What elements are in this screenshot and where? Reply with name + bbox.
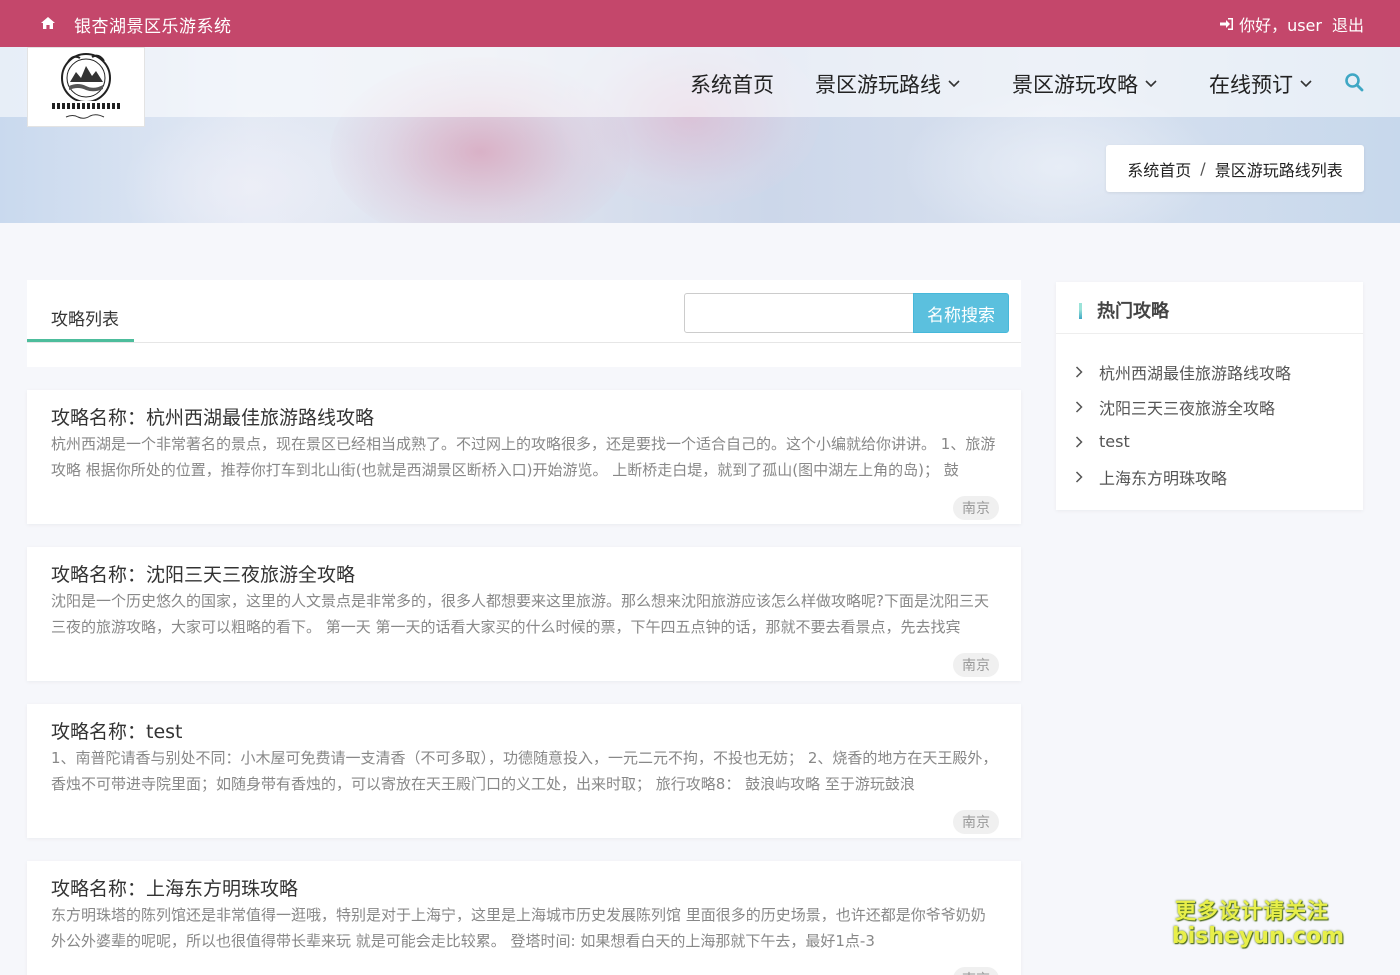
chevron-down-icon (1145, 80, 1157, 88)
user-area: 你好，user 退出 (1219, 12, 1364, 36)
chevron-right-icon (1075, 435, 1083, 448)
site-title[interactable]: 银杏湖景区乐游系统 (74, 12, 232, 37)
nav-item-routes[interactable]: 景区游玩路线 (815, 69, 960, 99)
panel-title: 热门攻略 (1097, 301, 1169, 322)
hot-guide-label: 沈阳三天三夜旅游全攻略 (1099, 398, 1276, 418)
hot-guide-item[interactable]: 沈阳三天三夜旅游全攻略 (1056, 389, 1363, 424)
chevron-right-icon (1075, 470, 1083, 483)
hot-guide-label: 上海东方明珠攻略 (1099, 468, 1228, 488)
location-tag: 南京 (953, 967, 999, 975)
chevron-right-icon (1075, 365, 1083, 378)
hot-guide-label: 杭州西湖最佳旅游路线攻略 (1099, 363, 1292, 383)
accent-bar (1079, 303, 1082, 319)
tab-active-indicator (27, 339, 134, 342)
divider (27, 342, 1021, 343)
nav-label: 景区游玩攻略 (1012, 73, 1138, 97)
guide-description: 东方明珠塔的陈列馆还是非常值得一逛哦，特别是对于上海宁，这里是上海城市历史发展陈… (51, 906, 986, 950)
hot-guide-label: test (1099, 432, 1130, 451)
name-search-input[interactable] (684, 293, 914, 333)
guide-description: 1、南普陀请香与别处不同：小木屋可免费请一支清香（不可多取），功德随意投入，一元… (51, 749, 998, 793)
tab-guide-list[interactable]: 攻略列表 (51, 305, 119, 330)
breadcrumb-home[interactable]: 系统首页 (1127, 157, 1191, 181)
nav-item-guides[interactable]: 景区游玩攻略 (1012, 69, 1157, 99)
hot-guide-item[interactable]: 杭州西湖最佳旅游路线攻略 (1056, 354, 1363, 389)
list-header: 攻略列表 名称搜索 (27, 280, 1021, 367)
home-icon[interactable] (40, 15, 56, 31)
hot-guides-list: 杭州西湖最佳旅游路线攻略 沈阳三天三夜旅游全攻略 test 上海东方明珠攻略 (1056, 354, 1363, 494)
nav-item-home[interactable]: 系统首页 (690, 69, 774, 99)
location-tag: 南京 (953, 810, 999, 834)
guide-title[interactable]: 攻略名称：沈阳三天三夜旅游全攻略 (51, 560, 355, 587)
chevron-down-icon (1300, 80, 1312, 88)
nav-label: 系统首页 (690, 73, 774, 97)
hot-guide-item[interactable]: 上海东方明珠攻略 (1056, 459, 1363, 494)
guide-title[interactable]: 攻略名称：上海东方明珠攻略 (51, 874, 298, 901)
search-icon[interactable] (1344, 72, 1364, 92)
breadcrumb: 系统首页 / 景区游玩路线列表 (1106, 145, 1364, 192)
guide-card[interactable]: 攻略名称：test 1、南普陀请香与别处不同：小木屋可免费请一支清香（不可多取）… (27, 704, 1021, 838)
panel-header: 热门攻略 (1056, 282, 1363, 334)
logout-link[interactable]: 退出 (1332, 12, 1364, 36)
guide-card[interactable]: 攻略名称：上海东方明珠攻略 东方明珠塔的陈列馆还是非常值得一逛哦，特别是对于上海… (27, 861, 1021, 975)
chevron-down-icon (948, 80, 960, 88)
breadcrumb-separator: / (1200, 159, 1206, 178)
nav-label: 景区游玩路线 (815, 73, 941, 97)
guide-card[interactable]: 攻略名称：沈阳三天三夜旅游全攻略 沈阳是一个历史悠久的国家，这里的人文景点是非常… (27, 547, 1021, 681)
top-bar: 银杏湖景区乐游系统 你好，user 退出 (0, 0, 1400, 47)
watermark-line-2: bisheyun.com (1172, 924, 1345, 949)
guide-title[interactable]: 攻略名称：杭州西湖最佳旅游路线攻略 (51, 403, 374, 430)
guide-description: 沈阳是一个历史悠久的国家，这里的人文景点是非常多的，很多人都想要来这里旅游。那么… (51, 592, 989, 636)
watermark-line-1: 更多设计请关注 (1175, 899, 1329, 923)
nav-label: 在线预订 (1209, 73, 1293, 97)
watermark: 更多设计请关注 bisheyun.com (1172, 898, 1345, 950)
chevron-right-icon (1075, 400, 1083, 413)
guide-description: 杭州西湖是一个非常著名的景点，现在景区已经相当成熟了。不过网上的攻略很多，还是要… (51, 435, 996, 479)
guide-title[interactable]: 攻略名称：test (51, 717, 183, 744)
breadcrumb-current: 景区游玩路线列表 (1214, 160, 1343, 180)
location-tag: 南京 (953, 496, 999, 520)
main-nav: 系统首页 景区游玩路线 景区游玩攻略 在线预订 (0, 69, 1400, 97)
nav-item-booking[interactable]: 在线预订 (1209, 69, 1312, 99)
hot-guides-panel: 热门攻略 杭州西湖最佳旅游路线攻略 沈阳三天三夜旅游全攻略 test 上海东方明… (1056, 282, 1363, 510)
guide-card[interactable]: 攻略名称：杭州西湖最佳旅游路线攻略 杭州西湖是一个非常著名的景点，现在景区已经相… (27, 390, 1021, 524)
hot-guide-item[interactable]: test (1056, 424, 1363, 459)
name-search-button[interactable]: 名称搜索 (913, 293, 1009, 333)
location-tag: 南京 (953, 653, 999, 677)
sign-in-icon (1220, 18, 1234, 30)
user-greeting: 你好，user (1239, 16, 1322, 35)
